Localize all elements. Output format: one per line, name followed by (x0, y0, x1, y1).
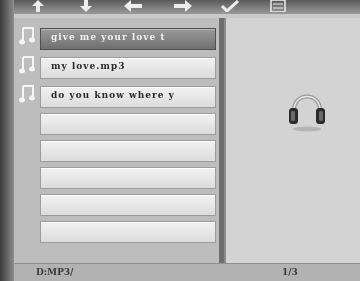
headphones-icon (289, 94, 325, 132)
down-arrow-icon[interactable] (62, 0, 110, 14)
list-item-empty[interactable] (40, 194, 216, 216)
list-item-selected[interactable]: give me your love t (40, 28, 216, 50)
page-indicator: 1/3 (282, 268, 298, 278)
list-item-label: give me your love t (51, 33, 166, 43)
music-note-icon (19, 56, 35, 74)
left-arrow-icon[interactable] (110, 0, 158, 14)
music-note-icon (19, 27, 35, 45)
up-arrow-icon[interactable] (14, 0, 62, 14)
list-item-empty[interactable] (40, 140, 216, 162)
list-item-empty[interactable] (40, 167, 216, 189)
preview-panel (224, 18, 360, 263)
list-item-empty[interactable] (40, 113, 216, 135)
right-arrow-icon[interactable] (158, 0, 206, 14)
toolbar (14, 0, 360, 18)
status-bar: D:MP3/ 1/3 (14, 263, 360, 281)
media-player-screen: give me your love t my love.mp3 do you k… (0, 0, 360, 281)
list-item-empty[interactable] (40, 221, 216, 243)
current-path: D:MP3/ (36, 268, 74, 278)
checkmark-icon[interactable] (206, 0, 254, 14)
list-item[interactable]: do you know where y (40, 86, 216, 108)
list-icon[interactable] (254, 0, 302, 14)
list-item-label: my love.mp3 (51, 62, 126, 72)
list-item-label: do you know where y (51, 91, 175, 101)
list-item[interactable]: my love.mp3 (40, 57, 216, 79)
music-note-icon (19, 85, 35, 103)
screen-bezel-left (0, 0, 14, 281)
